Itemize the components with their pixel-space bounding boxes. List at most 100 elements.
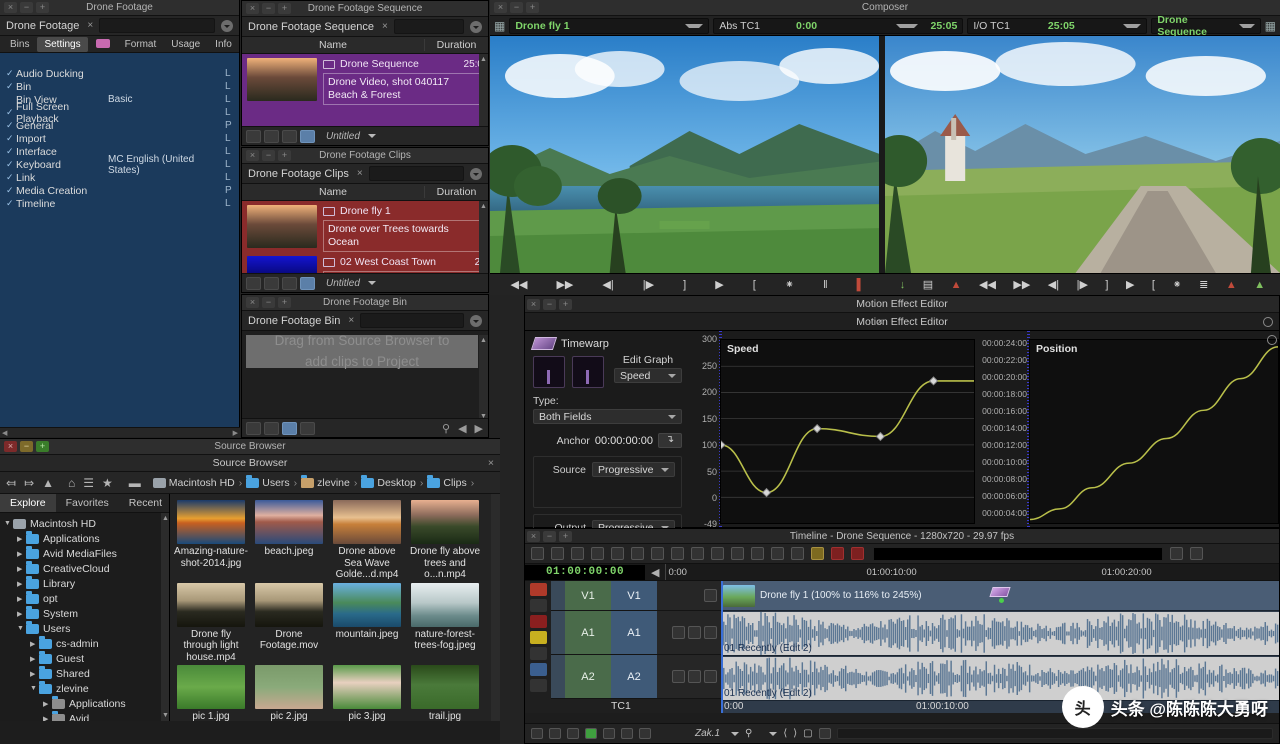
close-icon[interactable]: × xyxy=(527,299,540,310)
view-mode-frame-icon[interactable] xyxy=(264,422,279,435)
tab-favorites[interactable]: Favorites xyxy=(56,494,119,512)
chevron-right-icon[interactable]: ▶ xyxy=(17,595,26,603)
column-duration[interactable]: Duration xyxy=(424,186,488,198)
source-monitor[interactable] xyxy=(490,36,885,273)
list-view-icon[interactable]: ☰ xyxy=(83,476,94,490)
close-icon[interactable]: × xyxy=(246,297,259,308)
type-select[interactable]: Both Fields xyxy=(533,409,682,424)
overwrite-icon[interactable]: ▤ xyxy=(923,278,933,291)
settings-row[interactable]: ✓Full Screen PlaybackL xyxy=(0,106,239,119)
column-name[interactable]: Name xyxy=(242,39,424,51)
timewarp-preview-a[interactable] xyxy=(533,356,565,388)
bin-seq-tab-label[interactable]: Drone Footage Sequence xyxy=(248,21,374,33)
tree-node[interactable]: ▶Library xyxy=(0,576,169,591)
tree-node[interactable]: ▶Shared xyxy=(0,666,169,681)
file-grid-item[interactable]: trail.jpg xyxy=(408,665,482,721)
track-source-a1[interactable]: A1 xyxy=(565,611,611,654)
clip-description[interactable]: Drone over Trees towards Ocean xyxy=(323,220,483,252)
tab-info[interactable]: Info xyxy=(208,37,239,52)
breadcrumb-item[interactable]: Macintosh HD xyxy=(153,477,235,489)
minimize-icon[interactable]: − xyxy=(510,2,523,13)
chevron-down-icon[interactable] xyxy=(1239,24,1255,28)
timeline-audio-clip-a1[interactable]: 01 Recently (Edit 2) xyxy=(721,612,1279,656)
chevron-right-icon[interactable]: ▶ xyxy=(30,640,39,648)
chevron-down-icon[interactable] xyxy=(1123,24,1141,28)
bin-view-preset[interactable]: Untitled xyxy=(326,278,360,289)
mark-clip-icon[interactable] xyxy=(731,547,744,560)
mee-tab-label[interactable]: Motion Effect Editor xyxy=(856,316,947,328)
title-tool-icon[interactable] xyxy=(1190,547,1203,560)
track-header-tc1[interactable]: TC1 xyxy=(551,699,721,713)
close-icon[interactable]: × xyxy=(357,168,363,179)
audio-meter-icon[interactable] xyxy=(672,670,685,683)
monitor-icon[interactable] xyxy=(603,728,615,739)
chevron-down-icon[interactable] xyxy=(470,315,482,327)
breadcrumb-item[interactable]: Users xyxy=(246,477,289,489)
step-back-icon[interactable]: ◀| xyxy=(1048,278,1059,291)
mark-out-icon[interactable]: ] xyxy=(1105,279,1108,291)
minimize-icon[interactable]: − xyxy=(262,297,275,308)
chevron-down-icon[interactable]: ▼ xyxy=(4,520,13,527)
chevron-down-icon[interactable] xyxy=(470,21,482,33)
maximize-icon[interactable]: + xyxy=(278,297,291,308)
grid-icon[interactable]: ▦ xyxy=(1265,19,1276,33)
extract-icon[interactable] xyxy=(831,547,844,560)
file-grid-item[interactable]: Amazing-nature-shot-2014.jpg xyxy=(174,500,248,581)
settings-row[interactable]: ✓TimelineL xyxy=(0,197,239,210)
chevron-right-icon[interactable]: ▶ xyxy=(17,610,26,618)
anchor-value[interactable]: 00:00:00:00 xyxy=(595,435,653,447)
timeline-settings-icon[interactable] xyxy=(531,547,544,560)
mark-out-icon[interactable]: ] xyxy=(683,279,686,291)
tree-node[interactable]: ▶CreativeCloud xyxy=(0,561,169,576)
prev-edit-icon[interactable]: ⟨ xyxy=(783,728,787,739)
mute-icon[interactable] xyxy=(851,547,864,560)
speed-graph-box[interactable]: Speed xyxy=(720,339,975,524)
splice-in-icon[interactable]: ↓ xyxy=(900,279,906,291)
source-browser-icon[interactable] xyxy=(591,547,604,560)
view-mode-script-icon[interactable] xyxy=(300,422,315,435)
column-name[interactable]: Name xyxy=(242,186,424,198)
bin-clips-field[interactable] xyxy=(369,166,464,181)
track-header-a1[interactable]: A1 A1 xyxy=(551,611,721,655)
step-back-icon[interactable]: ◀| xyxy=(602,278,613,291)
segment-overwrite-icon[interactable] xyxy=(530,631,547,644)
rewind-icon[interactable]: ◀◀ xyxy=(511,278,528,291)
file-grid-item[interactable]: mountain.jpeg xyxy=(330,583,404,664)
lift-icon[interactable]: ▲ xyxy=(1254,279,1265,291)
project-search-field[interactable] xyxy=(99,18,215,33)
pan-icon[interactable] xyxy=(688,670,701,683)
add-edit-icon[interactable] xyxy=(791,547,804,560)
render-icon[interactable] xyxy=(651,547,664,560)
tree-node[interactable]: ▶Avid MediaFiles xyxy=(0,546,169,561)
back-icon[interactable]: ⤆ xyxy=(6,476,16,490)
chevron-down-icon[interactable] xyxy=(685,24,703,28)
project-horizontal-scrollbar[interactable]: ◀ ▶ xyxy=(0,427,240,437)
bin-view-preset[interactable]: Untitled xyxy=(326,131,360,142)
step-forward-icon[interactable]: |▶ xyxy=(1077,278,1088,291)
view-mode-thumb-icon[interactable] xyxy=(282,277,297,290)
close-icon[interactable]: × xyxy=(494,2,507,13)
breadcrumb-item[interactable]: Desktop xyxy=(361,477,416,489)
view-mode-script-icon[interactable] xyxy=(300,277,315,290)
chevron-down-icon[interactable] xyxy=(668,415,676,419)
chevron-right-icon[interactable]: ▶ xyxy=(17,535,26,543)
close-icon[interactable]: × xyxy=(527,531,540,542)
bin-clips-tab-label[interactable]: Drone Footage Clips xyxy=(248,168,349,180)
file-grid-item[interactable]: Drone above Sea Wave Golde...d.mp4 xyxy=(330,500,404,581)
chevron-down-icon[interactable] xyxy=(731,732,739,736)
close-icon[interactable]: × xyxy=(4,2,17,13)
no-entry-icon[interactable] xyxy=(671,547,684,560)
file-grid-item[interactable]: pic 1.jpg xyxy=(174,665,248,721)
clip-description[interactable]: Drone Video, shot 040117 Beach & Forest xyxy=(323,73,483,105)
file-tree[interactable]: ▲▼ ▼Macintosh HD▶Applications▶Avid Media… xyxy=(0,513,169,721)
tab-bins[interactable]: Bins xyxy=(3,37,36,52)
chevron-down-icon[interactable] xyxy=(896,24,918,28)
edit-graph-select[interactable]: Speed xyxy=(614,368,682,383)
chevron-down-icon[interactable]: ▼ xyxy=(30,685,39,692)
track-header-v1[interactable]: V1 V1 xyxy=(551,581,721,611)
tree-scrollbar[interactable]: ▲▼ xyxy=(161,513,169,721)
file-grid-item[interactable]: Drone fly above trees and o...n.mp4 xyxy=(408,500,482,581)
view-mode-frame-icon[interactable] xyxy=(264,130,279,143)
bin-empty-tab-label[interactable]: Drone Footage Bin xyxy=(248,315,340,327)
timeline-preset-label[interactable]: Zak.1 xyxy=(695,728,720,739)
